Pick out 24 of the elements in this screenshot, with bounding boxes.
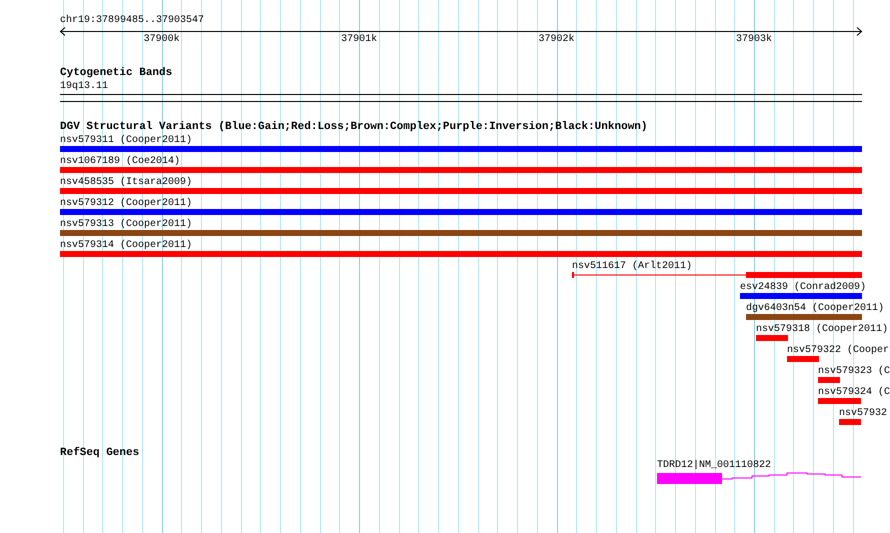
variant-label: nsv579312 (Cooper2011): [60, 198, 192, 209]
variant-label: nsv579314 (Cooper2011): [60, 240, 192, 251]
variant-label: nsv511617 (Arlt2011): [572, 261, 692, 272]
variant-label: nsv57932: [839, 408, 888, 419]
variant-label: nsv458535 (Itsara2009): [60, 177, 192, 188]
variant-label: nsv1067189 (Coe2014): [60, 156, 180, 167]
track-title: Cytogenetic Bands: [60, 67, 172, 79]
variant-label: nsv579322 (Cooper: [787, 345, 890, 356]
ruler-tick-label: 37903k: [736, 34, 772, 45]
variant-label: nsv579311 (Cooper2011): [60, 135, 192, 146]
variant-label: nsv579323 (C: [818, 366, 890, 377]
variant-label: dgv6403n54 (Cooper2011): [746, 303, 884, 314]
ruler-position: chr19:37899485..37903547: [60, 15, 204, 26]
band-label: 19q13.11: [60, 81, 108, 92]
track-title: DGV Structural Variants (Blue:Gain;Red:Loss;Brown:Complex;Purple:Inversion;Black:Unknown): [60, 121, 648, 133]
ruler-tick-label: 37900k: [144, 34, 180, 45]
variant-label: nsv579318 (Cooper2011): [756, 324, 888, 335]
track-title: RefSeq Genes: [60, 447, 140, 459]
ruler-tick-label: 37902k: [538, 34, 575, 45]
variant-label: nsv579324 (C: [818, 387, 890, 398]
gene-label: TDRD12|NM_001110822: [657, 460, 772, 471]
ruler-tick-label: 37901k: [341, 34, 378, 45]
variant-label: esv24839 (Conrad2009): [740, 282, 866, 293]
variant-label: nsv579313 (Cooper2011): [60, 219, 192, 230]
